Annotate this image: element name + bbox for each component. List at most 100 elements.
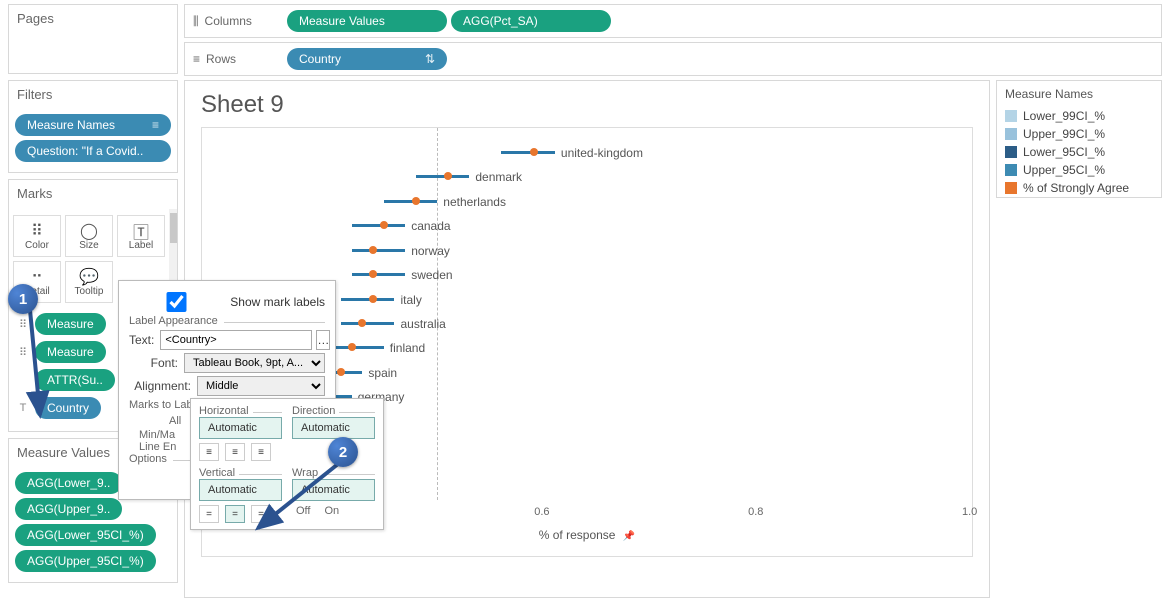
horizontal-automatic-button[interactable]: Automatic	[199, 417, 282, 439]
marks-tooltip-button[interactable]: 💬Tooltip	[65, 261, 113, 303]
legend-item[interactable]: Upper_99CI_%	[997, 125, 1161, 143]
data-point[interactable]	[337, 368, 345, 376]
legend-label: Lower_95CI_%	[1023, 145, 1105, 159]
legend-swatch	[1005, 128, 1017, 140]
wrap-on-button[interactable]: On	[324, 505, 339, 517]
columns-icon: ⫼	[193, 14, 199, 29]
ci-bar[interactable]	[352, 224, 405, 227]
text-ellipsis-button[interactable]: …	[316, 330, 330, 350]
data-point[interactable]	[530, 148, 538, 156]
data-point[interactable]	[444, 172, 452, 180]
data-point[interactable]	[369, 270, 377, 278]
ci-bar[interactable]	[352, 249, 405, 252]
section-label: Options	[129, 453, 167, 465]
marks-color-button[interactable]: ⠿Color	[13, 215, 61, 257]
mark-pill[interactable]: ATTR(Su..	[35, 369, 115, 391]
data-label: norway	[411, 244, 450, 258]
label-text-input[interactable]	[160, 330, 312, 350]
valign-top-icon[interactable]: =	[199, 505, 219, 523]
data-label: netherlands	[443, 195, 506, 209]
data-label: australia	[401, 317, 446, 331]
filter-pill[interactable]: Measure Names ≡	[15, 114, 171, 136]
data-point[interactable]	[412, 197, 420, 205]
row-pill[interactable]: Country⇅	[287, 48, 447, 70]
alignment-popup[interactable]: Horizontal Automatic ≡ ≡ ≡ Vertical Auto…	[190, 398, 384, 530]
show-labels-checkbox[interactable]	[129, 292, 224, 312]
columns-shelf[interactable]: ⫼Columns Measure Values AGG(Pct_SA)	[184, 4, 1162, 38]
color-icon: ⠿	[31, 222, 43, 240]
legend-label: % of Strongly Agree	[1023, 181, 1129, 195]
horizontal-label: Horizontal	[199, 405, 249, 417]
data-point[interactable]	[369, 246, 377, 254]
ci-bar[interactable]	[416, 175, 469, 178]
sheet-title[interactable]: Sheet 9	[201, 91, 973, 119]
mark-label: Size	[79, 240, 98, 251]
mark-pill[interactable]: Country	[35, 397, 101, 419]
text-label: Text:	[129, 333, 154, 347]
legend-label: Upper_99CI_%	[1023, 127, 1105, 141]
legend-item[interactable]: Upper_95CI_%	[997, 161, 1161, 179]
measure-pill[interactable]: AGG(Lower_95CI_%)	[15, 524, 156, 546]
legend-item[interactable]: Lower_95CI_%	[997, 143, 1161, 161]
direction-automatic-button[interactable]: Automatic	[292, 417, 375, 439]
ci-bar[interactable]	[330, 346, 383, 349]
annotation-callout-2: 2	[328, 437, 358, 467]
valign-bottom-icon[interactable]: =	[251, 505, 271, 523]
measure-pill[interactable]: AGG(Lower_9..	[15, 472, 122, 494]
vertical-automatic-button[interactable]: Automatic	[199, 479, 282, 501]
measure-pill[interactable]: AGG(Upper_95CI_%)	[15, 550, 156, 572]
mark-label: Label	[129, 240, 153, 251]
data-point[interactable]	[358, 319, 366, 327]
pin-icon: 📌	[623, 531, 635, 542]
wrap-label: Wrap	[292, 467, 318, 479]
marks-panel-title: Marks	[9, 180, 177, 209]
marks-all-button[interactable]: All	[169, 415, 181, 427]
legend-swatch	[1005, 164, 1017, 176]
font-label: Font:	[129, 356, 178, 370]
mark-pill[interactable]: Measure	[35, 341, 106, 363]
direction-label: Direction	[292, 405, 335, 417]
x-tick: 0.8	[748, 506, 763, 518]
legend-item[interactable]: Lower_99CI_%	[997, 107, 1161, 125]
color-icon: ⠿	[15, 344, 31, 360]
align-left-icon[interactable]: ≡	[199, 443, 219, 461]
mark-pill[interactable]: Measure	[35, 313, 106, 335]
data-label: spain	[368, 366, 397, 380]
data-point[interactable]	[348, 343, 356, 351]
section-label: Label Appearance	[129, 315, 218, 327]
data-point[interactable]	[380, 221, 388, 229]
font-select[interactable]: Tableau Book, 9pt, A...	[184, 353, 325, 373]
x-axis-label: % of response 📌	[539, 528, 636, 542]
legend-item[interactable]: % of Strongly Agree	[997, 179, 1161, 197]
ci-bar[interactable]	[341, 298, 394, 301]
align-right-icon[interactable]: ≡	[251, 443, 271, 461]
column-pill[interactable]: Measure Values	[287, 10, 447, 32]
x-tick: 0.6	[534, 506, 549, 518]
data-point[interactable]	[369, 295, 377, 303]
rows-shelf[interactable]: ≡Rows Country⇅	[184, 42, 1162, 76]
marks-label-button[interactable]: 🅃Label	[117, 215, 165, 257]
filter-pill[interactable]: Question: "If a Covid..	[15, 140, 171, 162]
wrap-automatic-button[interactable]: Automatic	[292, 479, 375, 501]
pill-label: Measure Names	[27, 118, 115, 132]
marks-size-button[interactable]: ◯Size	[65, 215, 113, 257]
ci-bar[interactable]	[352, 273, 405, 276]
legend-label: Lower_99CI_%	[1023, 109, 1105, 123]
filters-panel-title: Filters	[9, 81, 177, 110]
data-label: finland	[390, 341, 425, 355]
x-tick: 1.0	[962, 506, 977, 518]
measure-pill[interactable]: AGG(Upper_9..	[15, 498, 122, 520]
alignment-select[interactable]: Middle	[197, 376, 325, 396]
pill-label: Question: "If a Covid..	[27, 144, 143, 158]
ci-bar[interactable]	[341, 322, 394, 325]
ci-bar[interactable]	[501, 151, 554, 154]
annotation-callout-1: 1	[8, 284, 38, 314]
align-center-icon[interactable]: ≡	[225, 443, 245, 461]
valign-middle-icon[interactable]: =	[225, 505, 245, 523]
column-pill[interactable]: AGG(Pct_SA)	[451, 10, 611, 32]
data-label: canada	[411, 219, 450, 233]
ci-bar[interactable]	[384, 200, 437, 203]
rows-icon: ≡	[193, 52, 200, 66]
data-label: united-kingdom	[561, 146, 643, 160]
wrap-off-button[interactable]: Off	[296, 505, 310, 517]
